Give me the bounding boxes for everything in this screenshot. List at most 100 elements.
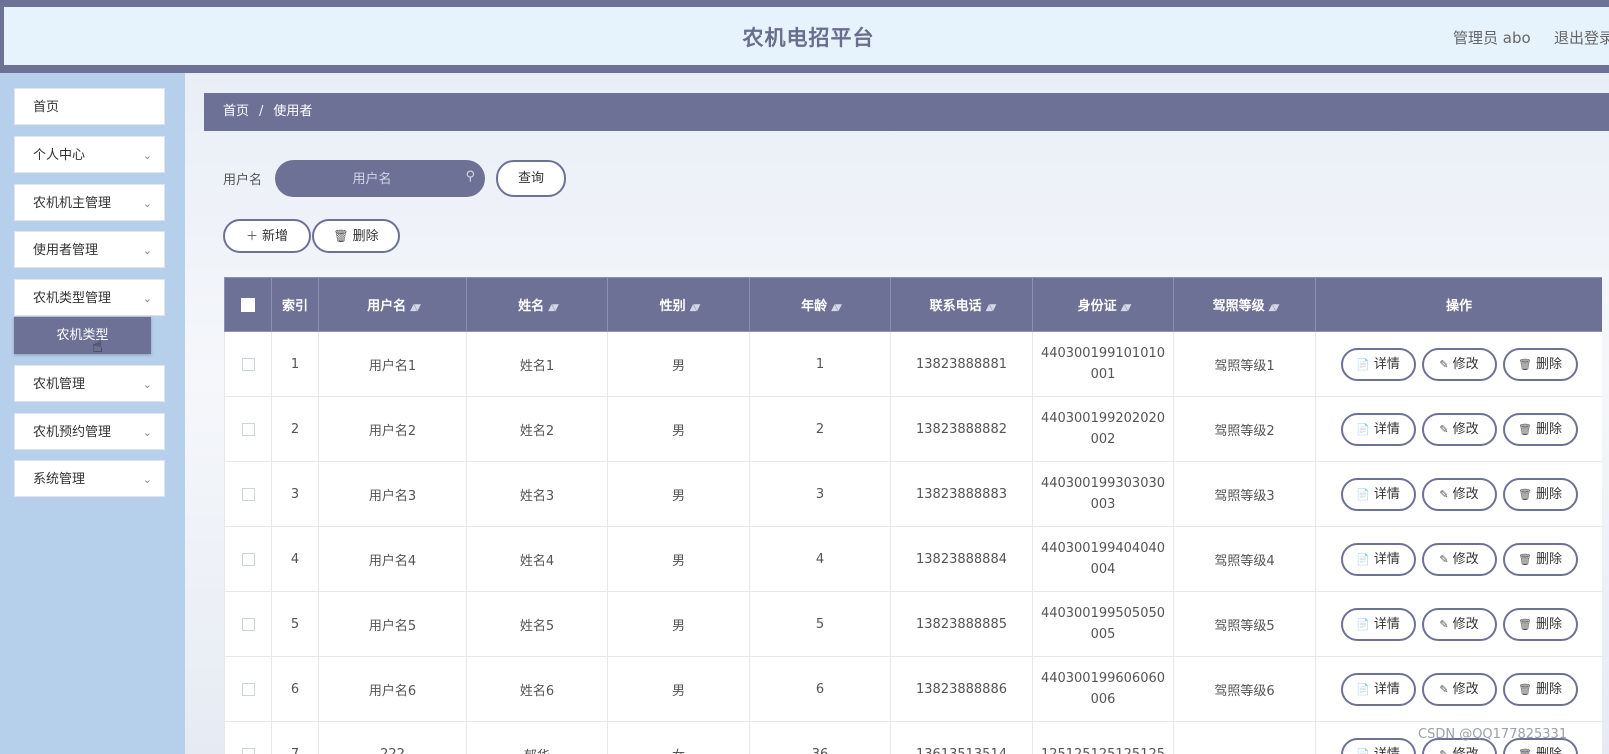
chevron-down-icon: ⌄ [142,426,152,439]
row-select-cell [224,526,272,592]
row-actions-cell: 📄 详情 ✎ 修改 🗑 删除 [1315,461,1602,527]
row-checkbox[interactable] [241,747,255,754]
table-cell: 36 [749,721,891,754]
delete-button[interactable]: 🗑 删除 [1502,542,1578,576]
detail-button[interactable]: 📄 详情 [1340,737,1416,754]
detail-button[interactable]: 📄 详情 [1340,672,1416,706]
column-header-1[interactable]: 索引 [271,277,319,332]
row-actions-cell: 📄 详情 ✎ 修改 🗑 删除 [1315,526,1602,592]
table-cell: 姓名1 [466,331,608,397]
table-cell: 440300199606060006 [1032,656,1174,722]
row-checkbox[interactable] [241,682,255,696]
query-button[interactable]: 查询 [496,160,566,197]
row-select-cell [224,721,272,754]
sort-icon[interactable]: ▲▼ [548,303,559,313]
edit-button[interactable]: ✎ 修改 [1421,412,1497,446]
detail-button[interactable]: 📄 详情 [1340,542,1416,576]
row-actions-cell: 📄 详情 ✎ 修改 🗑 删除 [1315,331,1602,397]
table-cell: 13823888883 [890,461,1033,527]
column-header-6[interactable]: 联系电话 ▲▼ [890,277,1033,332]
sidebar-item-0[interactable]: 首页 [14,88,165,125]
watermark: CSDN @QQ177825331 [1418,727,1568,742]
table-cell: 3 [749,461,891,527]
row-select-cell [224,396,272,462]
row-checkbox[interactable] [241,422,255,436]
sidebar-item-5[interactable]: 农机管理 ⌄ [14,365,165,402]
breadcrumb-home[interactable]: 首页 [223,104,249,119]
table-cell: 440300199202020002 [1032,396,1174,462]
pencil-icon: ✎ [1439,747,1449,754]
sidebar-item-6[interactable]: 农机预约管理 ⌄ [14,413,165,450]
logout-link[interactable]: 退出登录 [1554,27,1609,48]
detail-button[interactable]: 📄 详情 [1340,477,1416,511]
table-cell: 13823888884 [890,526,1033,592]
row-checkbox[interactable] [241,357,255,371]
edit-button[interactable]: ✎ 修改 [1421,542,1497,576]
delete-button[interactable]: 🗑 删除 [1502,672,1578,706]
column-header-3[interactable]: 姓名 ▲▼ [466,277,608,332]
header-divider [0,65,1609,73]
detail-button[interactable]: 📄 详情 [1340,412,1416,446]
add-button[interactable]: ＋ 新增 [223,219,311,253]
sidebar-item-label: 首页 [33,100,60,115]
delete-button[interactable]: 🗑 删除 [1502,607,1578,641]
trash-icon: 🗑 [1518,682,1532,696]
sort-icon[interactable]: ▲▼ [831,303,842,313]
sort-icon[interactable]: ▲▼ [1121,303,1132,313]
search-input[interactable] [295,160,449,199]
delete-button[interactable]: 🗑 删除 [1502,347,1578,381]
sidebar-item-3[interactable]: 使用者管理 ⌄ [14,231,165,268]
row-checkbox[interactable] [241,617,255,631]
table-row: 4 用户名4 姓名4 男 4 13823888884 440300199404040004 驾… [224,526,1602,592]
detail-button[interactable]: 📄 详情 [1340,607,1416,641]
trash-icon: 🗑 [1518,487,1532,501]
delete-button[interactable]: 🗑 删除 [1502,477,1578,511]
row-actions-cell: 📄 详情 ✎ 修改 🗑 删除 [1315,656,1602,722]
breadcrumb-separator: / [259,104,264,119]
column-header-2[interactable]: 用户名 ▲▼ [318,277,467,332]
select-all-checkbox[interactable] [241,297,255,312]
column-header-5[interactable]: 年龄 ▲▼ [749,277,891,332]
table-cell: 驾照等级1 [1173,331,1316,397]
table-cell: 姓名3 [466,461,608,527]
row-checkbox[interactable] [241,487,255,501]
sort-icon[interactable]: ▲▼ [410,303,421,313]
sidebar-item-2[interactable]: 农机机主管理 ⌄ [14,184,165,221]
delete-button[interactable]: 🗑 删除 [1502,412,1578,446]
column-header-label: 姓名 [518,299,545,314]
sort-icon[interactable]: ▲▼ [1269,303,1280,313]
column-header-4[interactable]: 性别 ▲▼ [607,277,750,332]
document-icon: 📄 [1356,357,1370,371]
edit-button[interactable]: ✎ 修改 [1421,607,1497,641]
edit-button[interactable]: ✎ 修改 [1421,672,1497,706]
pencil-icon: ✎ [1439,617,1449,631]
trash-icon: 🗑 [1518,747,1532,754]
edit-button[interactable]: ✎ 修改 [1421,477,1497,511]
column-header-label: 用户名 [367,299,407,314]
app-title: 农机电招平台 [742,26,875,50]
trash-icon: 🗑 [1518,422,1532,436]
submenu-item-machine-type[interactable]: 农机类型 [14,317,151,354]
trash-icon: 🗑 [333,229,349,243]
top-accent-bar [0,0,1609,7]
sort-icon[interactable]: ▲▼ [690,303,701,313]
sort-icon[interactable]: ▲▼ [986,303,997,313]
batch-delete-button[interactable]: 🗑 删除 [312,219,400,253]
sidebar-item-7[interactable]: 系统管理 ⌄ [14,460,165,497]
table-cell: 用户名1 [318,331,467,397]
column-header-label: 年龄 [801,299,828,314]
column-header-8[interactable]: 驾照等级 ▲▼ [1173,277,1316,332]
column-header-9[interactable]: 操作 [1315,277,1602,332]
row-checkbox[interactable] [241,552,255,566]
column-header-7[interactable]: 身份证 ▲▼ [1032,277,1174,332]
table-cell: 男 [607,526,750,592]
table-row: 3 用户名3 姓名3 男 3 13823888883 440300199303030003 驾… [224,461,1602,527]
sidebar-item-label: 个人中心 [33,148,86,163]
table-row: 7222郁华女3613613513514125125125125125 📄详情 ✎修… [224,721,1602,754]
trash-icon: 🗑 [1518,357,1532,371]
edit-button[interactable]: ✎ 修改 [1421,347,1497,381]
detail-button[interactable]: 📄 详情 [1340,347,1416,381]
column-header-0[interactable] [224,277,272,332]
sidebar-item-1[interactable]: 个人中心 ⌄ [14,136,165,173]
sidebar-item-4[interactable]: 农机类型管理 ⌄ [14,279,165,316]
